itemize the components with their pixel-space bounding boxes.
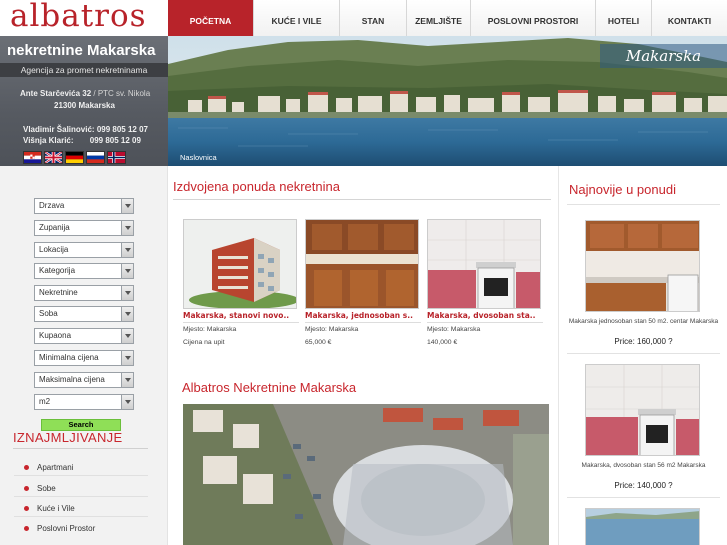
breadcrumb[interactable]: Naslovnica	[180, 153, 217, 162]
property-image-kitchen[interactable]	[305, 219, 419, 309]
featured-section-title: Izdvojena ponuda nekretnina	[173, 179, 340, 194]
select-drzava[interactable]: Drzava	[34, 198, 134, 214]
newest-price: Price: 160,000 ?	[614, 337, 673, 346]
address-street: Ante Starčevića 32 / PTC sv. Nikola	[20, 89, 151, 98]
main-nav: POČETNA KUĆE I VILE STAN ZEMLJIŠTE POSLO…	[168, 0, 727, 36]
chevron-down-icon	[121, 221, 133, 235]
croatia-flag-icon[interactable]	[23, 151, 42, 164]
address-city: 21300 Makarska	[54, 101, 115, 110]
chevron-down-icon	[121, 286, 133, 300]
divider	[427, 322, 543, 323]
chevron-down-icon	[121, 395, 133, 409]
select-kupaona[interactable]: Kupaona	[34, 328, 134, 344]
logo-area: albatros	[0, 0, 168, 36]
rent-section-title: IZNAJMLJIVANJE	[13, 430, 123, 445]
select-lokacija[interactable]: Lokacija	[34, 242, 134, 258]
newest-caption[interactable]: Makarska, dvosoban stan 56 m2 Makarska	[567, 461, 720, 470]
select-m2[interactable]: m2	[34, 394, 134, 410]
newest-price: Price: 140,000 ?	[614, 481, 673, 490]
newest-section-title: Najnovije u ponudi	[569, 182, 676, 197]
chevron-down-icon	[121, 264, 133, 278]
chevron-down-icon	[121, 373, 133, 387]
contact-2: Višnja Klarić: 099 805 12 09	[23, 136, 141, 145]
nav-item-hoteli[interactable]: HOTELI	[595, 0, 651, 36]
chevron-down-icon	[121, 329, 133, 343]
select-kategorija[interactable]: Kategorija	[34, 263, 134, 279]
divider	[14, 516, 148, 517]
bullet-icon	[24, 526, 29, 531]
divider	[567, 497, 720, 498]
property-image-kitchen-stove[interactable]	[427, 219, 541, 309]
language-flags	[23, 151, 126, 164]
property-price: Cijena na upit	[183, 339, 225, 346]
rent-item-apartmani[interactable]: Apartmani	[24, 463, 73, 472]
select-zupanija[interactable]: Zupanija	[34, 220, 134, 236]
aerial-photo	[183, 404, 549, 545]
property-title[interactable]: Makarska, stanovi novo..	[183, 311, 299, 320]
chevron-down-icon	[121, 199, 133, 213]
divider	[305, 322, 421, 323]
nav-item-zemljiste[interactable]: ZEMLJIŠTE	[406, 0, 470, 36]
rent-item-kuce-i-vile[interactable]: Kuće i Vile	[24, 504, 75, 513]
select-minimalna-cijena[interactable]: Minimalna cijena	[34, 350, 134, 366]
norway-flag-icon[interactable]	[107, 151, 126, 164]
contact-1: Vladimir Šalinović: 099 805 12 07	[23, 125, 148, 134]
divider	[13, 448, 148, 449]
divider	[567, 353, 720, 354]
property-card[interactable]: Makarska, stanovi novo.. Mjesto: Makarsk…	[183, 219, 299, 346]
property-title[interactable]: Makarska, jednosoban s..	[305, 311, 421, 320]
property-image-building[interactable]	[183, 219, 297, 309]
bullet-icon	[24, 486, 29, 491]
property-title[interactable]: Makarska, dvosoban sta..	[427, 311, 543, 320]
select-nekretnine[interactable]: Nekretnine	[34, 285, 134, 301]
property-location: Mjesto: Makarska	[305, 326, 359, 333]
newest-caption[interactable]: Makarska jednosoban stan 50 m2. centar M…	[567, 317, 720, 326]
bullet-icon	[24, 465, 29, 470]
select-soba[interactable]: Soba	[34, 306, 134, 322]
divider	[173, 199, 551, 200]
property-location: Mjesto: Makarska	[183, 326, 237, 333]
property-card[interactable]: Makarska, jednosoban s.. Mjesto: Makarsk…	[305, 219, 421, 346]
nav-item-kuce-i-vile[interactable]: KUĆE I VILE	[253, 0, 339, 36]
about-section-title: Albatros Nekretnine Makarska	[182, 380, 357, 395]
header-banner: Makarska Naslovnica	[168, 36, 727, 166]
bullet-icon	[24, 506, 29, 511]
select-maksimalna-cijena[interactable]: Maksimalna cijena	[34, 372, 134, 388]
divider	[567, 204, 720, 205]
chevron-down-icon	[121, 243, 133, 257]
sidebar: Drzava Zupanija Lokacija Kategorija Nekr…	[0, 166, 168, 545]
russia-flag-icon[interactable]	[86, 151, 105, 164]
newest-image-sea-view[interactable]	[585, 508, 700, 545]
site-title: nekretnine Makarska	[7, 42, 156, 59]
chevron-down-icon	[121, 307, 133, 321]
rent-item-poslovni-prostor[interactable]: Poslovni Prostor	[24, 524, 95, 533]
rent-item-sobe[interactable]: Sobe	[24, 484, 56, 493]
uk-flag-icon[interactable]	[44, 151, 63, 164]
nav-item-poslovni-prostori[interactable]: POSLOVNI PROSTORI	[470, 0, 595, 36]
newest-listings-column: Najnovije u ponudi Makarska jednosoban s…	[558, 166, 727, 545]
site-subtitle: Agencija za promet nekretninama	[0, 63, 168, 77]
germany-flag-icon[interactable]	[65, 151, 84, 164]
divider	[14, 496, 148, 497]
divider	[183, 322, 299, 323]
newest-image-kitchen[interactable]	[585, 220, 700, 312]
agency-info-panel: nekretnine Makarska Agencija za promet n…	[0, 36, 168, 166]
property-price: 140,000 €	[427, 339, 458, 346]
property-price: 65,000 €	[305, 339, 332, 346]
property-location: Mjesto: Makarska	[427, 326, 481, 333]
chevron-down-icon	[121, 351, 133, 365]
property-card[interactable]: Makarska, dvosoban sta.. Mjesto: Makarsk…	[427, 219, 543, 346]
nav-item-kontakti[interactable]: KONTAKTI	[651, 0, 727, 36]
newest-image-kitchen-stove[interactable]	[585, 364, 700, 456]
banner-city-label: Makarska	[600, 44, 727, 68]
divider	[14, 475, 148, 476]
nav-item-stan[interactable]: STAN	[339, 0, 406, 36]
nav-item-pocetna[interactable]: POČETNA	[168, 0, 253, 36]
site-logo[interactable]: albatros	[10, 0, 147, 34]
